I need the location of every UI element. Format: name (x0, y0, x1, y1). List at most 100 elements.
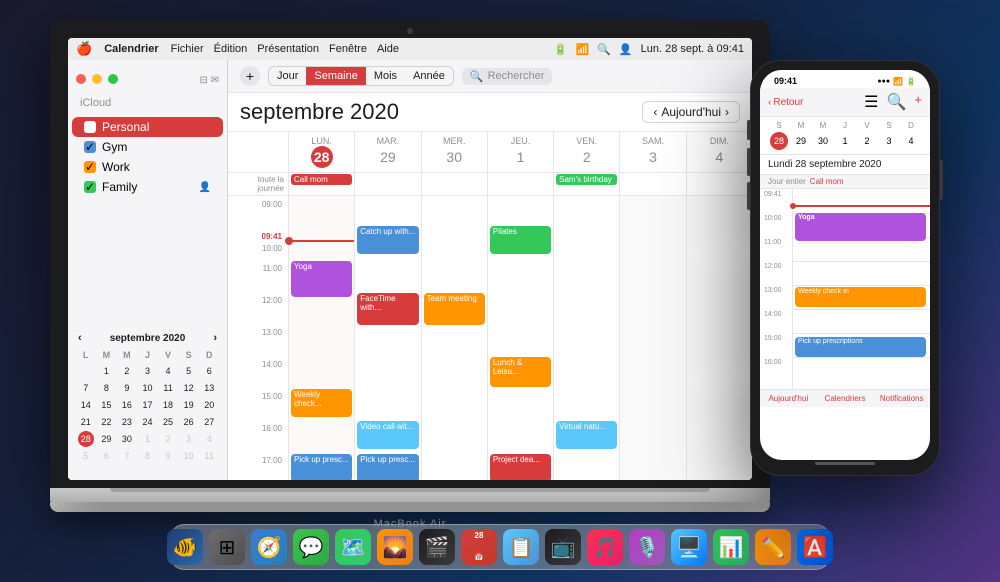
tab-annee[interactable]: Année (405, 67, 453, 85)
dock-maps[interactable]: 🗺️ (335, 529, 371, 565)
event-virtual-nature[interactable]: Virtual natu... (556, 421, 617, 449)
menu-presentation[interactable]: Présentation (257, 43, 319, 55)
apple-menu[interactable]: 🍎 (76, 41, 92, 57)
app-name[interactable]: Calendrier (104, 43, 158, 55)
day-num-wed[interactable]: 30 (443, 146, 465, 168)
mini-day[interactable]: 13 (201, 380, 217, 396)
menu-fichier[interactable]: Fichier (171, 43, 204, 55)
iph-tab-today[interactable]: Aujourd'hui (760, 390, 817, 407)
iph-day-28[interactable]: 28 (770, 132, 788, 150)
iphone-back-button[interactable]: ‹ Retour (768, 97, 803, 108)
mini-day[interactable]: 29 (98, 431, 114, 447)
iph-event-yoga[interactable]: Yoga (795, 213, 926, 241)
menu-aide[interactable]: Aide (377, 43, 399, 55)
event-project-deadline[interactable]: Project dea... (490, 454, 551, 480)
event-lunch[interactable]: Lunch & Leisu... (490, 357, 551, 387)
mini-day[interactable]: 12 (181, 380, 197, 396)
dock-calendar[interactable]: 28 📅 (461, 529, 497, 565)
menu-fenetre[interactable]: Fenêtre (329, 43, 367, 55)
event-facetime[interactable]: FaceTime with... (357, 293, 418, 325)
mini-day[interactable]: 3 (181, 431, 197, 447)
day-num-fri[interactable]: 2 (576, 146, 598, 168)
search-bar[interactable]: 🔍 Rechercher (462, 68, 553, 85)
mini-day[interactable]: 26 (181, 414, 197, 430)
mini-day[interactable] (78, 363, 94, 379)
mini-day[interactable]: 9 (119, 380, 135, 396)
mini-day[interactable]: 1 (98, 363, 114, 379)
mini-day[interactable]: 14 (78, 397, 94, 413)
dock-numbers[interactable]: 📊 (713, 529, 749, 565)
search-icon[interactable]: 🔍 (597, 43, 611, 56)
mini-day[interactable]: 3 (139, 363, 155, 379)
mini-day[interactable]: 4 (160, 363, 176, 379)
iph-day-1[interactable]: 1 (836, 132, 854, 150)
dock-messages[interactable]: 💬 (293, 529, 329, 565)
iph-event-weekly-checkin[interactable]: Weekly check-in (795, 287, 926, 307)
add-event-button[interactable]: + (240, 66, 260, 86)
mini-day[interactable]: 2 (119, 363, 135, 379)
mini-day[interactable]: 9 (160, 448, 176, 464)
mini-day[interactable]: 21 (78, 414, 94, 430)
mini-day[interactable]: 24 (139, 414, 155, 430)
event-pick-up-presc-2[interactable]: Pick up presc... (357, 454, 418, 480)
mini-cal-next[interactable]: › (213, 332, 217, 344)
calendar-family[interactable]: ✓ Family 👤 (72, 177, 223, 197)
mini-day[interactable]: 5 (181, 363, 197, 379)
dock-sketch[interactable]: ✏️ (755, 529, 791, 565)
mini-day[interactable]: 16 (119, 397, 135, 413)
event-pilates[interactable]: Pilates (490, 226, 551, 254)
day-num-sun[interactable]: 4 (708, 146, 730, 168)
gym-checkbox[interactable]: ✓ (84, 141, 96, 153)
iphone-list-icon[interactable]: ☰ (864, 92, 878, 112)
calendar-gym[interactable]: ✓ Gym (72, 137, 223, 157)
iphone-search-icon[interactable]: 🔍 (886, 92, 906, 112)
minimize-btn[interactable] (92, 74, 102, 84)
mini-day[interactable]: 10 (139, 380, 155, 396)
iphone-side-btn-mute[interactable] (747, 120, 750, 140)
mini-day[interactable]: 15 (98, 397, 114, 413)
personal-checkbox[interactable]: ✓ (84, 121, 96, 133)
calendar-personal[interactable]: ✓ Personal (72, 117, 223, 137)
family-checkbox[interactable]: ✓ (84, 181, 96, 193)
mini-day[interactable]: 4 (201, 431, 217, 447)
iphone-call-mom-event[interactable]: Call mom (810, 177, 844, 186)
mini-day[interactable]: 6 (201, 363, 217, 379)
day-num-tue[interactable]: 29 (377, 146, 399, 168)
mini-day[interactable]: 8 (139, 448, 155, 464)
iph-tab-notifications[interactable]: Notifications (873, 390, 930, 407)
work-checkbox[interactable]: ✓ (84, 161, 96, 173)
mini-day[interactable]: 18 (160, 397, 176, 413)
mini-day[interactable]: 19 (181, 397, 197, 413)
mini-day[interactable]: 27 (201, 414, 217, 430)
dock-facetime[interactable]: 🎬 (419, 529, 455, 565)
event-yoga[interactable]: Yoga (291, 261, 352, 297)
event-pick-up-presc[interactable]: Pick up presc... (291, 454, 352, 480)
mini-day[interactable]: 2 (160, 431, 176, 447)
iph-day-4[interactable]: 4 (902, 132, 920, 150)
mini-cal-prev[interactable]: ‹ (78, 332, 82, 344)
tab-mois[interactable]: Mois (366, 67, 405, 85)
iph-day-29[interactable]: 29 (792, 132, 810, 150)
mini-day[interactable]: 6 (98, 448, 114, 464)
mini-day[interactable]: 11 (201, 448, 217, 464)
iph-day-30[interactable]: 30 (814, 132, 832, 150)
iphone-side-btn-vol-down[interactable] (747, 182, 750, 210)
mini-day[interactable]: 8 (98, 380, 114, 396)
day-num-mon[interactable]: 28 (311, 146, 333, 168)
mini-day[interactable]: 7 (119, 448, 135, 464)
all-day-event-call-mom[interactable]: Call mom (291, 174, 352, 185)
mini-day[interactable]: 7 (78, 380, 94, 396)
iph-day-2[interactable]: 2 (858, 132, 876, 150)
mini-day[interactable]: 30 (119, 431, 135, 447)
day-num-sat[interactable]: 3 (642, 146, 664, 168)
all-day-event-sams-birthday[interactable]: Sam's birthday (556, 174, 617, 185)
dock-launchpad[interactable]: ⊞ (209, 529, 245, 565)
tab-semaine[interactable]: Semaine (306, 67, 365, 85)
event-catch-up[interactable]: Catch up with... (357, 226, 418, 254)
today-button[interactable]: ‹ Aujourd'hui › (642, 101, 740, 123)
day-num-thu[interactable]: 1 (509, 146, 531, 168)
mini-day-today[interactable]: 28 (78, 431, 94, 447)
iphone-home-bar[interactable] (815, 462, 875, 465)
user-icon[interactable]: 👤 (619, 43, 633, 56)
mini-day[interactable]: 11 (160, 380, 176, 396)
